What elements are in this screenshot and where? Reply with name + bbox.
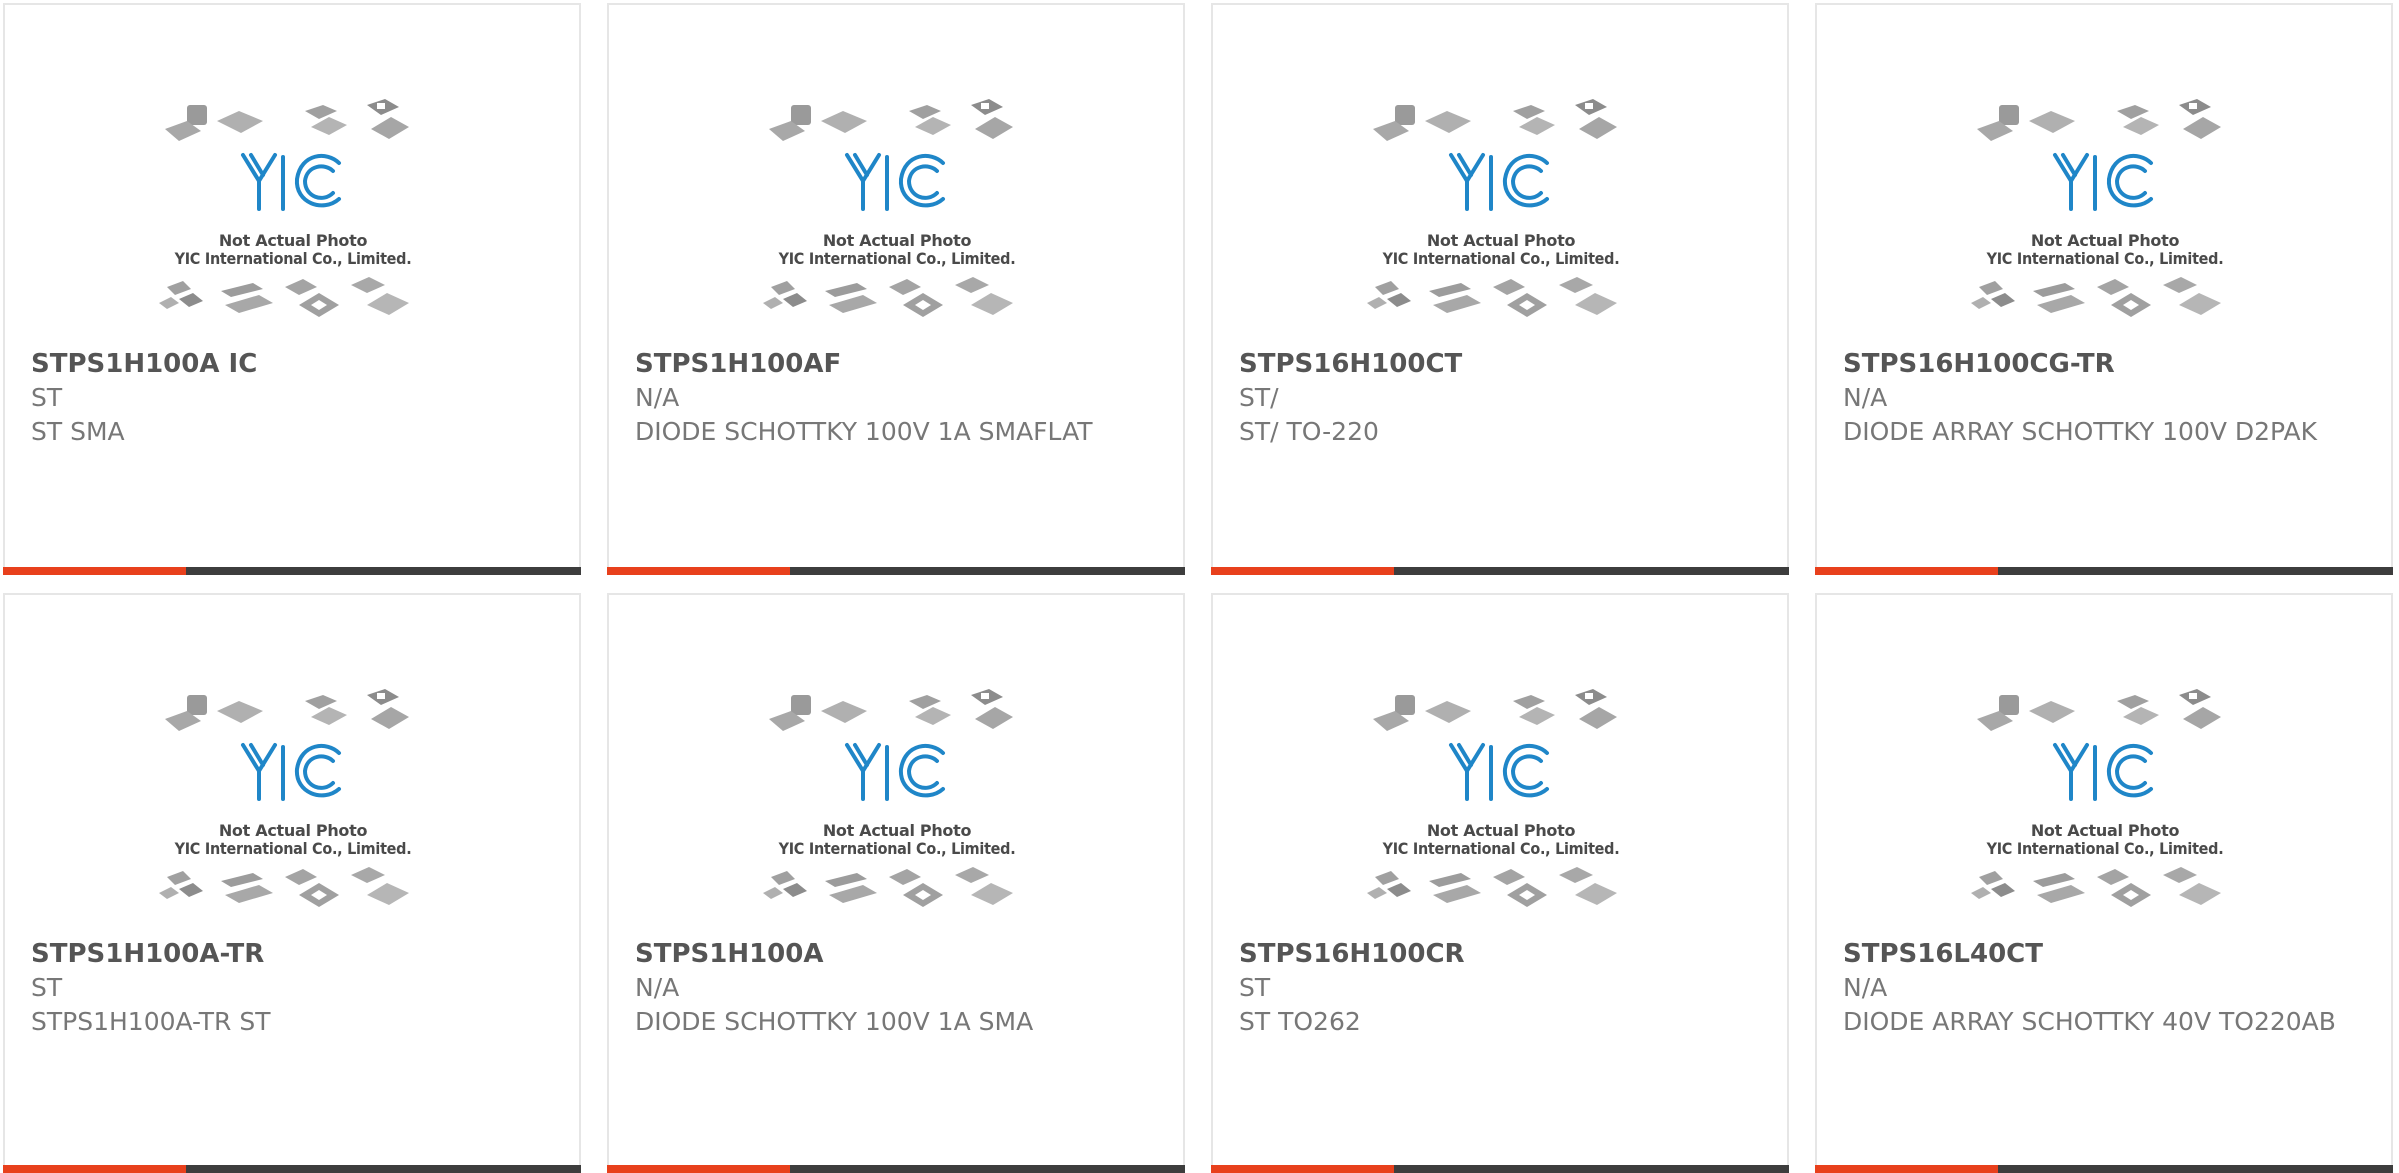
part-number-link[interactable]: STPS1H100AF bbox=[635, 347, 1165, 381]
chip-packages-icon bbox=[763, 99, 1013, 317]
not-actual-photo-caption: Not Actual Photo bbox=[2030, 821, 2180, 840]
chip-packages-icon bbox=[1971, 99, 2221, 317]
placeholder-photo: Not Actual Photo YIC International Co., … bbox=[155, 91, 431, 337]
product-info: STPS16H100CR ST ST TO262 bbox=[1239, 937, 1769, 1039]
chip-packages-icon bbox=[1971, 689, 2221, 907]
description-label: DIODE SCHOTTKY 100V 1A SMAFLAT bbox=[635, 417, 1093, 446]
chip-packages-icon bbox=[1367, 689, 1617, 907]
product-card[interactable]: Not Actual Photo YIC International Co., … bbox=[1815, 593, 2393, 1173]
card-bottom-bar bbox=[607, 1165, 1185, 1173]
card-accent-bar bbox=[3, 1165, 186, 1173]
product-info: STPS1H100A IC ST ST SMA bbox=[31, 347, 561, 449]
card-bottom-bar bbox=[1815, 567, 2393, 575]
company-caption: YIC International Co., Limited. bbox=[778, 249, 1016, 268]
card-bottom-bar bbox=[1211, 567, 1789, 575]
placeholder-photo: Not Actual Photo YIC International Co., … bbox=[759, 681, 1035, 927]
product-card[interactable]: Not Actual Photo YIC International Co., … bbox=[607, 593, 1185, 1173]
placeholder-photo: Not Actual Photo YIC International Co., … bbox=[1967, 681, 2243, 927]
company-caption: YIC International Co., Limited. bbox=[1382, 839, 1620, 858]
card-accent-bar bbox=[1815, 567, 1998, 575]
product-info: STPS16H100CG-TR N/A DIODE ARRAY SCHOTTKY… bbox=[1843, 347, 2373, 449]
chip-packages-icon bbox=[1367, 99, 1617, 317]
company-caption: YIC International Co., Limited. bbox=[778, 839, 1016, 858]
manufacturer-label: N/A bbox=[635, 973, 680, 1002]
product-info: STPS16L40CT N/A DIODE ARRAY SCHOTTKY 40V… bbox=[1843, 937, 2373, 1039]
card-accent-bar bbox=[607, 1165, 790, 1173]
product-card[interactable]: Not Actual Photo YIC International Co., … bbox=[607, 3, 1185, 575]
manufacturer-label: N/A bbox=[635, 383, 680, 412]
placeholder-photo: Not Actual Photo YIC International Co., … bbox=[1967, 91, 2243, 337]
chip-packages-icon bbox=[159, 689, 409, 907]
manufacturer-label: ST/ bbox=[1239, 383, 1279, 412]
part-number-link[interactable]: STPS16H100CG-TR bbox=[1843, 347, 2373, 381]
description-label: ST/ TO-220 bbox=[1239, 417, 1379, 446]
description-label: DIODE ARRAY SCHOTTKY 40V TO220AB bbox=[1843, 1007, 2336, 1036]
manufacturer-label: N/A bbox=[1843, 973, 1888, 1002]
product-info: STPS1H100A N/A DIODE SCHOTTKY 100V 1A SM… bbox=[635, 937, 1165, 1039]
chip-packages-icon bbox=[763, 689, 1013, 907]
card-accent-bar bbox=[607, 567, 790, 575]
card-bottom-bar bbox=[3, 1165, 581, 1173]
placeholder-photo: Not Actual Photo YIC International Co., … bbox=[759, 91, 1035, 337]
not-actual-photo-caption: Not Actual Photo bbox=[822, 231, 972, 250]
company-caption: YIC International Co., Limited. bbox=[174, 249, 412, 268]
product-info: STPS16H100CT ST/ ST/ TO-220 bbox=[1239, 347, 1769, 449]
product-card[interactable]: Not Actual Photo YIC International Co., … bbox=[3, 593, 581, 1173]
product-info: STPS1H100AF N/A DIODE SCHOTTKY 100V 1A S… bbox=[635, 347, 1165, 449]
company-caption: YIC International Co., Limited. bbox=[1986, 839, 2224, 858]
manufacturer-label: N/A bbox=[1843, 383, 1888, 412]
card-accent-bar bbox=[1211, 1165, 1394, 1173]
placeholder-photo: Not Actual Photo YIC International Co., … bbox=[1363, 91, 1639, 337]
manufacturer-label: ST bbox=[1239, 973, 1271, 1002]
product-card[interactable]: Not Actual Photo YIC International Co., … bbox=[3, 3, 581, 575]
card-accent-bar bbox=[1815, 1165, 1998, 1173]
description-label: ST SMA bbox=[31, 417, 125, 446]
product-card[interactable]: Not Actual Photo YIC International Co., … bbox=[1815, 3, 2393, 575]
card-bottom-bar bbox=[1211, 1165, 1789, 1173]
card-bottom-bar bbox=[3, 567, 581, 575]
not-actual-photo-caption: Not Actual Photo bbox=[1426, 231, 1576, 250]
manufacturer-label: ST bbox=[31, 973, 63, 1002]
description-label: STPS1H100A-TR ST bbox=[31, 1007, 271, 1036]
company-caption: YIC International Co., Limited. bbox=[1986, 249, 2224, 268]
part-number-link[interactable]: STPS1H100A IC bbox=[31, 347, 561, 381]
part-number-link[interactable]: STPS16H100CT bbox=[1239, 347, 1769, 381]
manufacturer-label: ST bbox=[31, 383, 63, 412]
part-number-link[interactable]: STPS1H100A-TR bbox=[31, 937, 561, 971]
card-bottom-bar bbox=[607, 567, 1185, 575]
description-label: DIODE ARRAY SCHOTTKY 100V D2PAK bbox=[1843, 417, 2318, 446]
chip-packages-icon bbox=[159, 99, 409, 317]
not-actual-photo-caption: Not Actual Photo bbox=[218, 821, 368, 840]
product-card[interactable]: Not Actual Photo YIC International Co., … bbox=[1211, 593, 1789, 1173]
not-actual-photo-caption: Not Actual Photo bbox=[822, 821, 972, 840]
description-label: DIODE SCHOTTKY 100V 1A SMA bbox=[635, 1007, 1034, 1036]
product-grid: Not Actual Photo YIC International Co., … bbox=[0, 0, 2399, 1173]
placeholder-photo: Not Actual Photo YIC International Co., … bbox=[155, 681, 431, 927]
not-actual-photo-caption: Not Actual Photo bbox=[2030, 231, 2180, 250]
description-label: ST TO262 bbox=[1239, 1007, 1361, 1036]
not-actual-photo-caption: Not Actual Photo bbox=[1426, 821, 1576, 840]
placeholder-photo: Not Actual Photo YIC International Co., … bbox=[1363, 681, 1639, 927]
product-info: STPS1H100A-TR ST STPS1H100A-TR ST bbox=[31, 937, 561, 1039]
card-accent-bar bbox=[3, 567, 186, 575]
product-card[interactable]: Not Actual Photo YIC International Co., … bbox=[1211, 3, 1789, 575]
part-number-link[interactable]: STPS16L40CT bbox=[1843, 937, 2373, 971]
company-caption: YIC International Co., Limited. bbox=[174, 839, 412, 858]
not-actual-photo-caption: Not Actual Photo bbox=[218, 231, 368, 250]
company-caption: YIC International Co., Limited. bbox=[1382, 249, 1620, 268]
part-number-link[interactable]: STPS16H100CR bbox=[1239, 937, 1769, 971]
part-number-link[interactable]: STPS1H100A bbox=[635, 937, 1165, 971]
card-bottom-bar bbox=[1815, 1165, 2393, 1173]
card-accent-bar bbox=[1211, 567, 1394, 575]
